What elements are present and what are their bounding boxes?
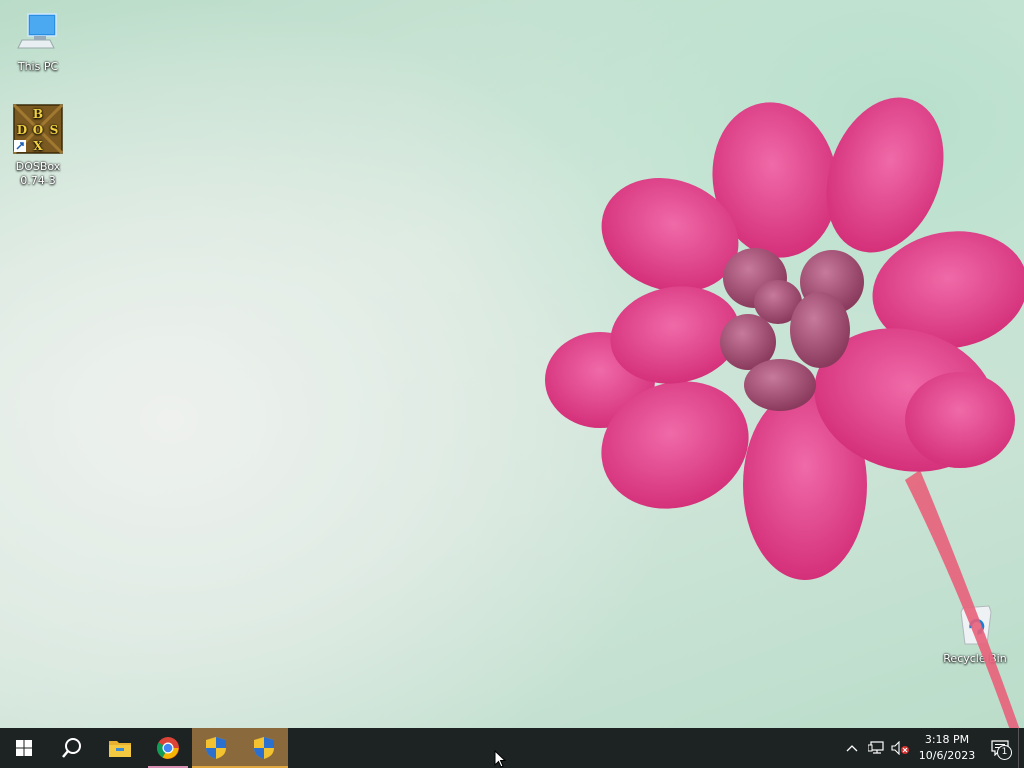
desktop-icon-dosbox[interactable]: B D O S X DOSBox 0.74-3 <box>0 103 76 188</box>
dosbox-logo-letter: X <box>33 139 43 153</box>
taskbar: 3:18 PM 10/6/2023 1 <box>0 728 1024 768</box>
windows-start-icon <box>16 740 32 756</box>
file-explorer-icon <box>109 741 131 757</box>
dosbox-logo-letter: O <box>33 123 43 137</box>
taskbar-uac-shield-2[interactable] <box>240 728 288 768</box>
search-button[interactable] <box>48 728 96 768</box>
taskbar-file-explorer[interactable] <box>96 728 144 768</box>
dosbox-logo-letter: S <box>50 123 59 137</box>
chrome-icon <box>157 737 179 759</box>
start-button[interactable] <box>0 728 48 768</box>
recycle-bin-label: Recycle Bin <box>943 652 1007 665</box>
dosbox-label-line2: 0.74-3 <box>20 174 56 187</box>
dosbox-icon: B D O S X <box>12 103 64 155</box>
network-icon <box>868 741 884 754</box>
dosbox-logo-letter: D <box>17 123 27 137</box>
mouse-cursor-icon <box>494 750 506 768</box>
clock-time: 3:18 PM <box>924 733 970 746</box>
dosbox-label-line1: DOSBox <box>15 160 61 173</box>
chevron-up-icon <box>846 745 858 752</box>
search-icon <box>62 738 81 758</box>
notification-count-badge: 1 <box>997 745 1012 760</box>
network-button[interactable] <box>864 728 888 768</box>
desktop-icon-recycle-bin[interactable]: Recycle Bin <box>937 602 1013 666</box>
clock-date: 10/6/2023 <box>918 749 976 762</box>
uac-shield-icon <box>206 737 226 759</box>
show-hidden-icons-button[interactable] <box>840 728 864 768</box>
dosbox-logo-letter: B <box>33 107 43 121</box>
taskbar-uac-shield-1[interactable] <box>192 728 240 768</box>
taskbar-clock[interactable]: 3:18 PM 10/6/2023 <box>912 732 982 764</box>
uac-shield-icon <box>254 737 274 759</box>
action-center-button[interactable]: 1 <box>982 728 1018 768</box>
volume-muted-icon <box>891 741 909 755</box>
this-pc-icon <box>17 13 57 49</box>
system-tray: 3:18 PM 10/6/2023 1 <box>840 728 1024 768</box>
volume-button[interactable] <box>888 728 912 768</box>
this-pc-label: This PC <box>17 60 59 73</box>
desktop-icon-this-pc[interactable]: This PC <box>0 10 76 74</box>
recycle-bin-icon <box>960 605 992 645</box>
taskbar-chrome[interactable] <box>144 728 192 768</box>
show-desktop-button[interactable] <box>1018 728 1024 768</box>
